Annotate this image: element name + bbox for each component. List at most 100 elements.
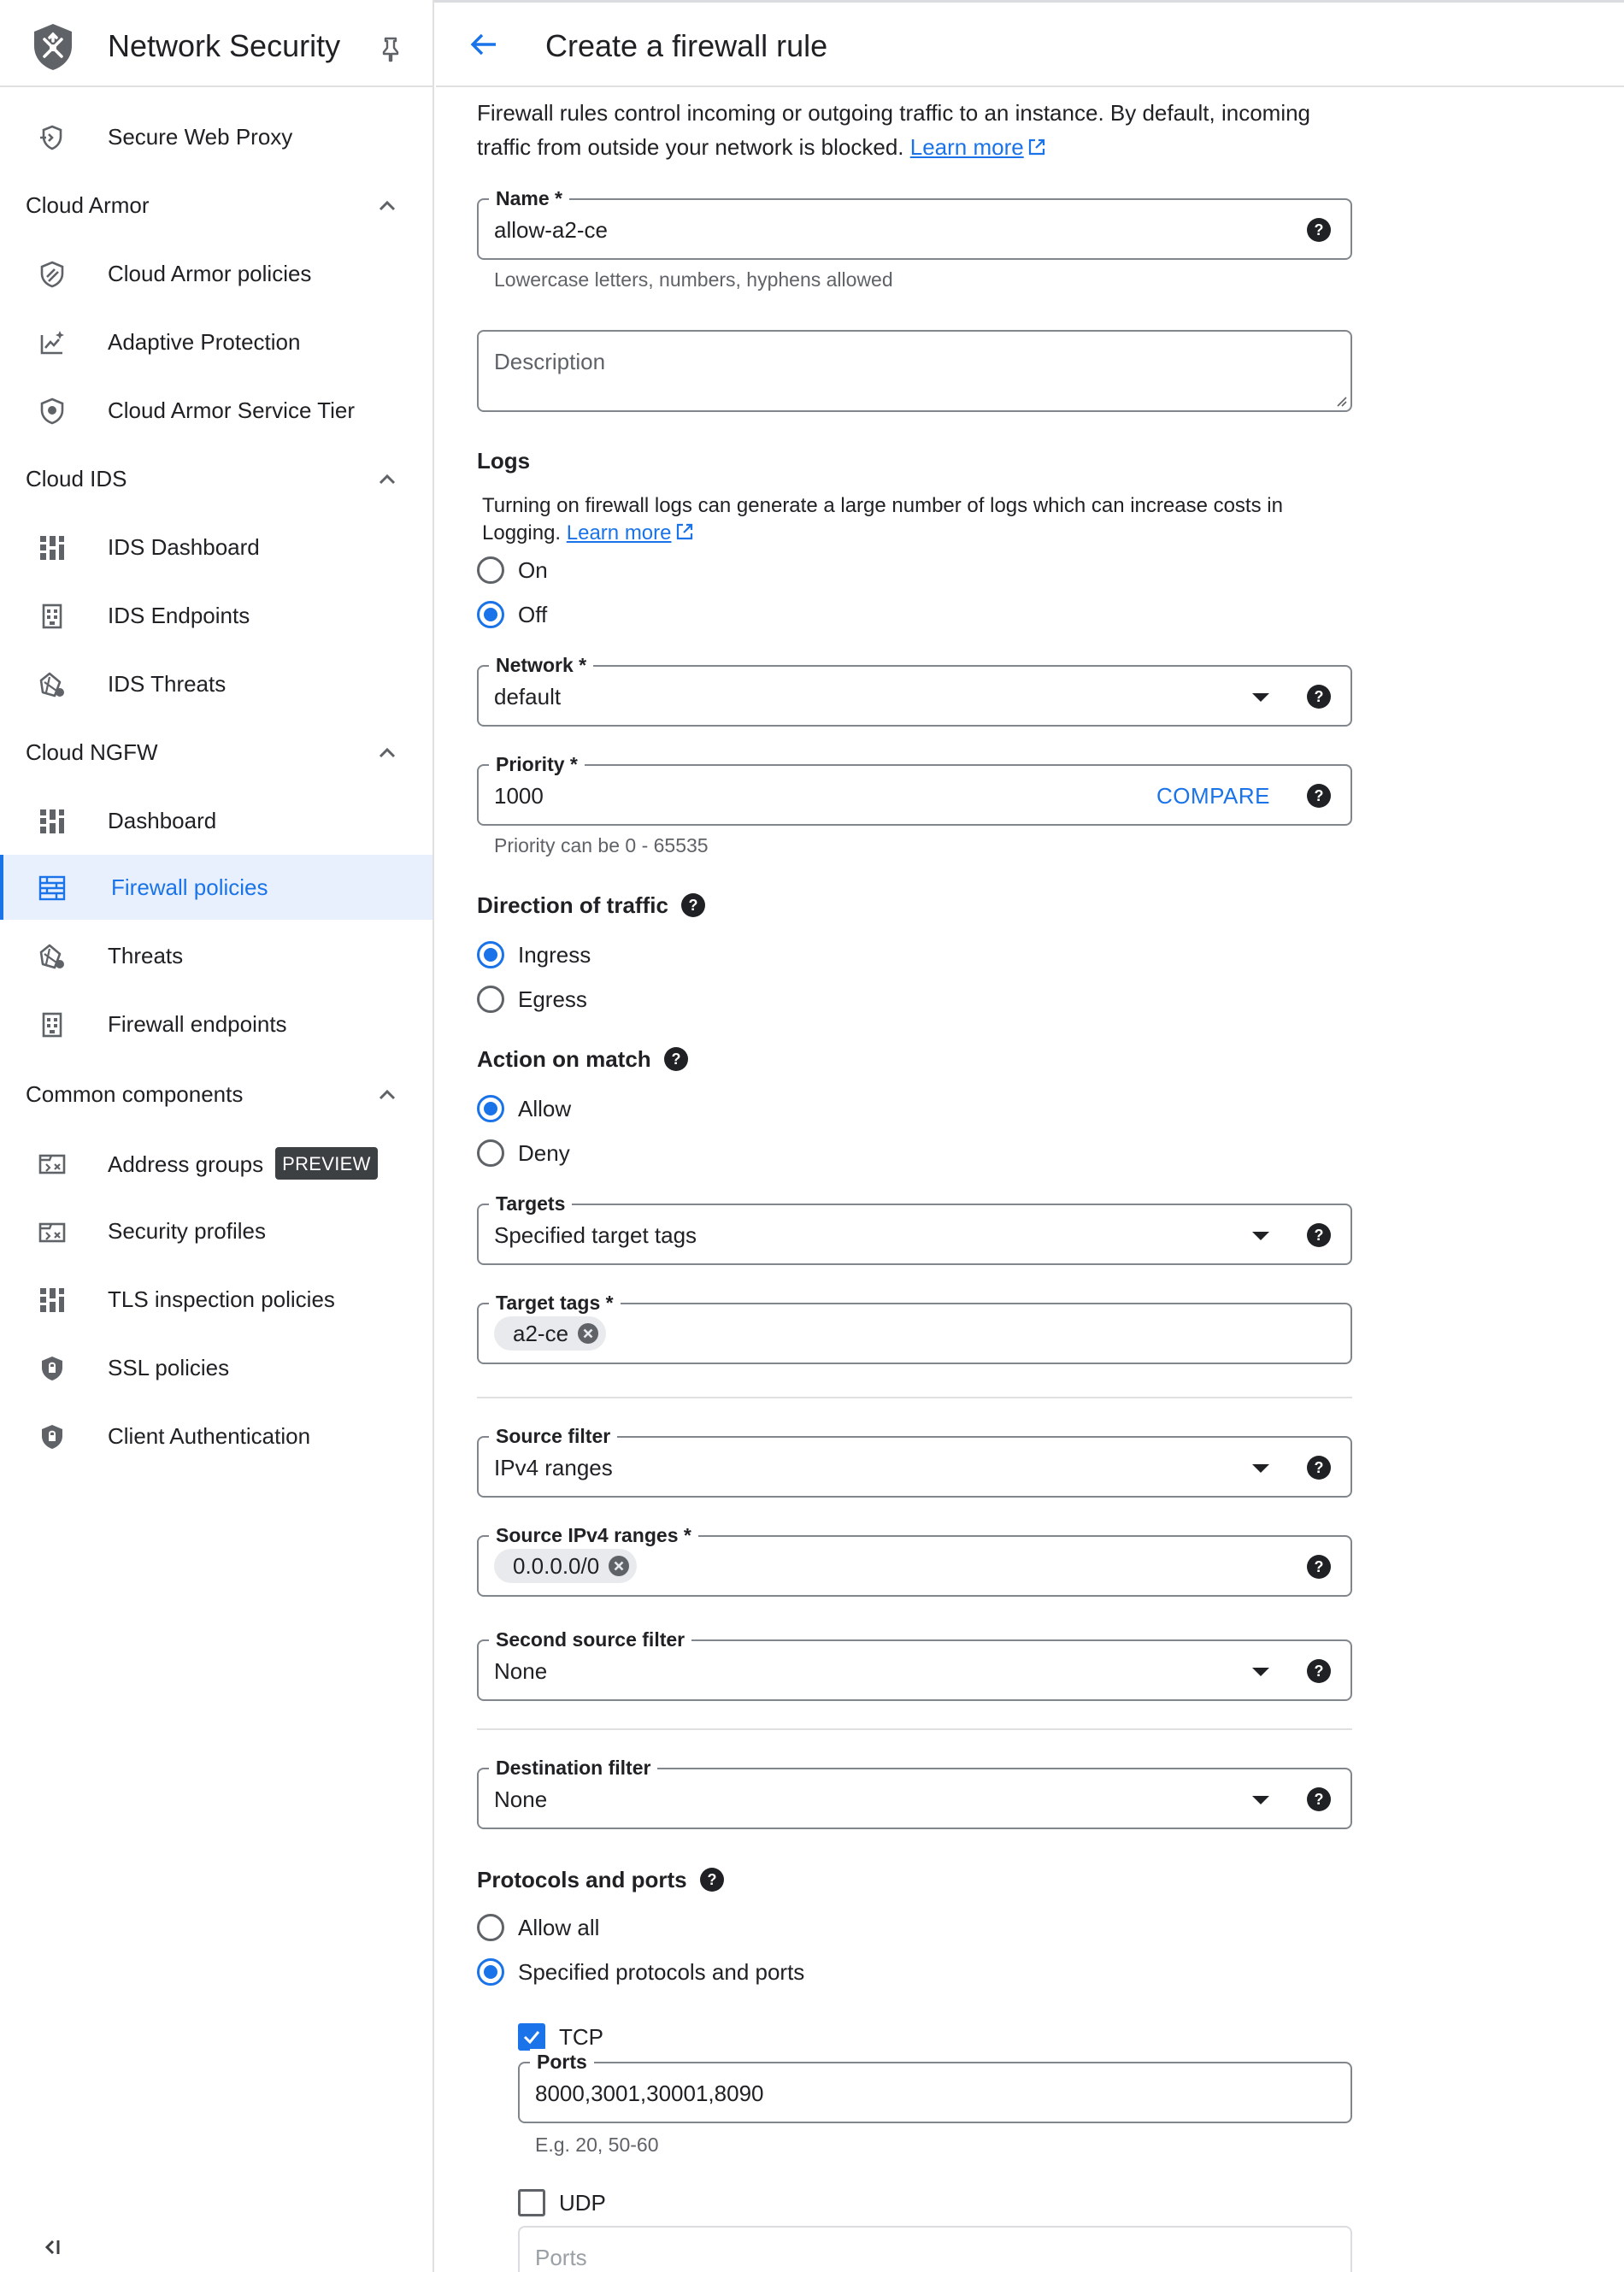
- action-title-text: Action on match: [477, 1046, 651, 1072]
- logs-learn-more-link[interactable]: Learn more: [567, 521, 694, 544]
- source-ipv4-ranges-field[interactable]: Source IPv4 ranges * 0.0.0.0/0 ?: [477, 1522, 1352, 1597]
- priority-field[interactable]: Priority * 1000 COMPARE ?: [477, 751, 1352, 826]
- tcp-ports-field[interactable]: Ports 8000,3001,30001,8090: [518, 2049, 1352, 2123]
- remove-chip-icon[interactable]: [608, 1555, 630, 1577]
- help-icon[interactable]: ?: [680, 892, 706, 918]
- sidebar-item-ids-threats[interactable]: IDS Threats: [0, 651, 432, 716]
- back-arrow-icon[interactable]: [467, 27, 501, 62]
- threat-icon: [39, 944, 64, 969]
- sidebar-item-address-groups[interactable]: Address groups PREVIEW: [0, 1130, 432, 1195]
- chevron-up-icon: [379, 747, 396, 758]
- tag-chip: a2-ce: [494, 1316, 607, 1351]
- pin-icon[interactable]: [376, 34, 405, 63]
- checkbox[interactable]: [518, 2023, 545, 2051]
- section-cloud-ngfw[interactable]: Cloud NGFW: [0, 720, 432, 785]
- help-icon[interactable]: ?: [663, 1046, 689, 1072]
- collapse-sidebar-icon[interactable]: [39, 2234, 65, 2260]
- help-icon[interactable]: ?: [1306, 1455, 1332, 1480]
- help-icon[interactable]: ?: [1306, 1222, 1332, 1248]
- intro-text: Firewall rules control incoming or outgo…: [477, 96, 1340, 164]
- target-tags-field[interactable]: Target tags * a2-ce: [477, 1290, 1352, 1364]
- page-title: Create a firewall rule: [545, 28, 828, 63]
- tcp-ports-label: Ports: [530, 2049, 594, 2075]
- name-field[interactable]: Name * allow-a2-ce ?: [477, 185, 1352, 260]
- learn-more-link[interactable]: Learn more: [910, 134, 1046, 160]
- sidebar-item-label: Address groups PREVIEW: [108, 1147, 378, 1180]
- section-divider: [477, 1728, 1352, 1730]
- help-icon[interactable]: ?: [1306, 217, 1332, 243]
- radio-button[interactable]: [477, 1095, 504, 1122]
- threat-icon: [39, 672, 64, 697]
- help-icon[interactable]: ?: [1306, 684, 1332, 709]
- learn-more-label: Learn more: [909, 134, 1024, 160]
- sidebar-item-firewall-policies[interactable]: Firewall policies: [0, 855, 432, 920]
- radio-label: Allow: [518, 1096, 572, 1121]
- section-common-components[interactable]: Common components: [0, 1062, 432, 1127]
- sidebar-item-ids-dashboard[interactable]: IDS Dashboard: [0, 515, 432, 580]
- source-filter-select[interactable]: Source filter IPv4 ranges ?: [477, 1423, 1352, 1498]
- remove-chip-icon[interactable]: [577, 1322, 599, 1345]
- source-ranges-label: Source IPv4 ranges *: [489, 1522, 698, 1548]
- sidebar-item-label: TLS inspection policies: [108, 1286, 335, 1312]
- sidebar-item-label: Security profiles: [108, 1218, 266, 1244]
- svg-text:?: ?: [671, 1051, 680, 1068]
- radio-button[interactable]: [477, 556, 504, 584]
- compare-button[interactable]: COMPARE: [1156, 781, 1270, 810]
- sidebar-item-threats[interactable]: Threats: [0, 923, 432, 988]
- description-placeholder: Description: [494, 349, 606, 374]
- help-icon[interactable]: ?: [1306, 783, 1332, 809]
- sidebar-item-tls-inspection-policies[interactable]: TLS inspection policies: [0, 1267, 432, 1332]
- help-icon[interactable]: ?: [1306, 1658, 1332, 1684]
- ip-range-chip: 0.0.0.0/0: [494, 1549, 638, 1583]
- shield-lock-icon: [42, 1425, 62, 1449]
- destination-filter-select[interactable]: Destination filter None ?: [477, 1755, 1352, 1829]
- svg-text:?: ?: [1315, 1663, 1324, 1680]
- logs-description: Turning on firewall logs can generate a …: [482, 492, 1354, 547]
- radio-button[interactable]: [477, 601, 504, 628]
- sidebar-item-ssl-policies[interactable]: SSL policies: [0, 1335, 432, 1400]
- app-title: Network Security: [108, 28, 341, 63]
- help-icon[interactable]: ?: [1306, 1786, 1332, 1812]
- sidebar-item-cloud-armor-service-tier[interactable]: Cloud Armor Service Tier: [0, 378, 432, 443]
- dropdown-arrow-icon: [1252, 1796, 1269, 1804]
- description-field[interactable]: Description: [477, 330, 1352, 412]
- radio-button[interactable]: [477, 941, 504, 968]
- targets-select[interactable]: Targets Specified target tags ?: [477, 1191, 1352, 1265]
- udp-ports-placeholder: Ports: [535, 2245, 587, 2270]
- second-source-label: Second source filter: [489, 1627, 692, 1652]
- radio-button[interactable]: [477, 1958, 504, 1986]
- sidebar-item-adaptive-protection[interactable]: Adaptive Protection: [0, 309, 432, 374]
- sidebar-item-firewall-endpoints[interactable]: Firewall endpoints: [0, 992, 432, 1057]
- logs-learn-more-label: Learn more: [566, 521, 672, 544]
- svg-text:?: ?: [1315, 688, 1324, 705]
- second-source-filter-select[interactable]: Second source filter None ?: [477, 1627, 1352, 1701]
- chevron-up-icon: [379, 1089, 396, 1100]
- sidebar-item-dashboard[interactable]: Dashboard: [0, 788, 432, 853]
- sidebar-item-label: IDS Dashboard: [108, 534, 260, 560]
- sidebar-item-security-profiles[interactable]: Security profiles: [0, 1198, 432, 1263]
- sidebar-item-secure-web-proxy[interactable]: Secure Web Proxy: [0, 104, 432, 169]
- help-icon[interactable]: ?: [699, 1867, 725, 1892]
- svg-text:?: ?: [1315, 221, 1324, 238]
- shield-striped-icon: [40, 261, 64, 288]
- radio-button[interactable]: [477, 986, 504, 1013]
- sidebar-item-label: Dashboard: [108, 808, 217, 833]
- section-cloud-armor[interactable]: Cloud Armor: [0, 173, 432, 238]
- radio-button[interactable]: [477, 1139, 504, 1167]
- page-header: Create a firewall rule: [436, 5, 1624, 87]
- dashboard-icon: [40, 1288, 64, 1312]
- help-icon[interactable]: ?: [1306, 1554, 1332, 1580]
- radio-button[interactable]: [477, 1914, 504, 1941]
- sidebar-item-label: Firewall endpoints: [108, 1011, 287, 1037]
- sidebar-item-client-authentication[interactable]: Client Authentication: [0, 1404, 432, 1469]
- section-cloud-ids[interactable]: Cloud IDS: [0, 446, 432, 511]
- checkbox[interactable]: [518, 2189, 545, 2216]
- address-groups-label: Address groups: [108, 1151, 264, 1177]
- sidebar-item-ids-endpoints[interactable]: IDS Endpoints: [0, 583, 432, 648]
- network-select[interactable]: Network * default ?: [477, 652, 1352, 727]
- udp-ports-field[interactable]: Ports: [518, 2226, 1352, 2272]
- resize-handle-icon[interactable]: [1335, 395, 1347, 407]
- svg-text:?: ?: [1315, 1227, 1324, 1244]
- sidebar-item-cloud-armor-policies[interactable]: Cloud Armor policies: [0, 241, 432, 306]
- checkmark-icon: [523, 2031, 540, 2045]
